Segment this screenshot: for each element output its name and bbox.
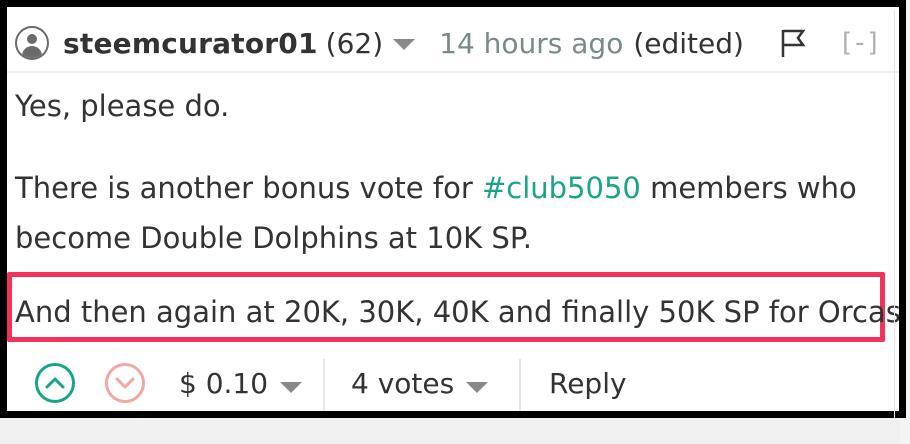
downvote-button[interactable] — [105, 363, 145, 403]
paragraph-text: members who — [640, 171, 857, 205]
author-reputation: (62) — [325, 26, 384, 60]
footer-separator — [519, 359, 521, 411]
edited-label: (edited) — [633, 26, 744, 60]
payout-dropdown[interactable]: $ 0.10 — [179, 367, 303, 400]
payout-value: $ 0.10 — [179, 367, 269, 400]
chevron-up-icon — [45, 377, 65, 389]
header-divider — [7, 71, 899, 73]
avatar-head-shape — [27, 34, 37, 44]
hashtag-link[interactable]: #club5050 — [482, 171, 641, 205]
chevron-down-icon — [115, 377, 135, 389]
comment-card: steemcurator01 (62) 14 hours ago (edited… — [0, 0, 906, 418]
caret-down-icon — [280, 382, 303, 393]
votes-count: 4 votes — [351, 367, 455, 400]
reply-button[interactable]: Reply — [549, 367, 627, 400]
comment-paragraph-3: become Double Dolphins at 10K SP. — [15, 221, 533, 255]
caret-down-icon — [466, 382, 489, 393]
paragraph-text: There is another bonus vote for — [15, 171, 482, 205]
card-edge-shadow — [894, 10, 895, 430]
collapse-toggle[interactable]: [-] — [842, 28, 881, 58]
author-menu-caret-icon[interactable] — [393, 39, 416, 50]
flag-icon[interactable] — [780, 28, 806, 58]
comment-paragraph-4: And then again at 20K, 30K, 40K and fina… — [15, 295, 906, 329]
user-avatar-icon[interactable] — [15, 26, 49, 60]
comment-footer: $ 0.10 4 votes Reply — [15, 353, 891, 411]
author-name[interactable]: steemcurator01 — [63, 27, 318, 60]
flag-icon-svg — [781, 29, 806, 57]
comment-paragraph-2: There is another bonus vote for #club505… — [15, 163, 857, 213]
comment-header: steemcurator01 (62) 14 hours ago (edited… — [15, 15, 891, 71]
comment-timestamp[interactable]: 14 hours ago — [439, 27, 623, 60]
comment-paragraph-1: Yes, please do. — [15, 89, 230, 123]
footer-separator — [323, 359, 325, 411]
page-background-strip — [0, 418, 900, 444]
votes-dropdown[interactable]: 4 votes — [351, 367, 489, 400]
avatar-body-shape — [22, 46, 42, 58]
upvote-button[interactable] — [35, 363, 75, 403]
